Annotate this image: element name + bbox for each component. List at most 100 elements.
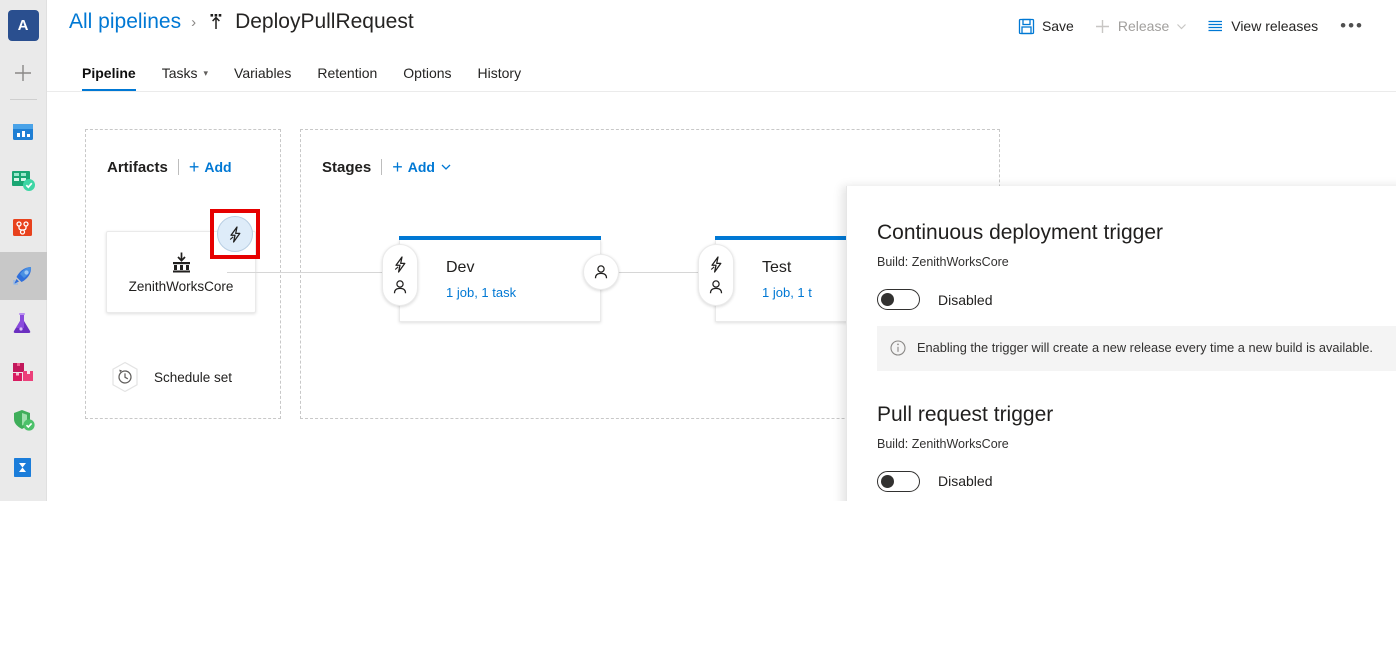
- tab-variables[interactable]: Variables: [221, 66, 304, 91]
- sidebar-item-overview[interactable]: [0, 108, 47, 156]
- pr-trigger-toggle-row: Disabled: [877, 471, 1396, 492]
- artifacts-boxes-icon: [10, 359, 36, 385]
- lightning-bolt-icon: [226, 225, 245, 244]
- chevron-down-icon: [440, 161, 452, 173]
- left-nav-rail: A: [0, 0, 47, 501]
- organization-avatar[interactable]: A: [8, 10, 39, 41]
- create-new-button[interactable]: [0, 51, 47, 95]
- save-button[interactable]: Save: [1008, 15, 1084, 38]
- sidebar-item-boards[interactable]: [0, 156, 47, 204]
- tab-tasks[interactable]: Tasks ▾: [149, 66, 221, 91]
- post-deployment-conditions-dev[interactable]: [583, 254, 619, 290]
- tab-retention[interactable]: Retention: [304, 66, 390, 91]
- release-button[interactable]: Release: [1084, 15, 1197, 38]
- person-approval-icon: [391, 278, 409, 296]
- artifact-name: ZenithWorksCore: [129, 279, 234, 294]
- cd-trigger-info-box: Enabling the trigger will create a new r…: [877, 326, 1396, 371]
- chevron-down-icon: [1176, 21, 1187, 32]
- add-stage-button[interactable]: + Add: [392, 158, 452, 176]
- stage-status-bar: [399, 236, 601, 240]
- stage-card-dev[interactable]: Dev 1 job, 1 task: [399, 240, 601, 322]
- cd-trigger-subtitle: Build: ZenithWorksCore: [877, 255, 1396, 269]
- artifacts-group-title: Artifacts: [107, 159, 168, 176]
- toggle-knob: [881, 475, 894, 488]
- pr-trigger-title: Pull request trigger: [877, 403, 1396, 427]
- tab-options-label: Options: [403, 66, 451, 80]
- sidebar-item-security[interactable]: [0, 396, 47, 444]
- save-icon: [1018, 18, 1035, 35]
- cd-trigger-info-text: Enabling the trigger will create a new r…: [917, 339, 1373, 358]
- repos-branch-icon: [10, 215, 36, 241]
- pipelines-rocket-icon: [10, 263, 36, 289]
- schedule-hex-icon: [108, 360, 142, 394]
- build-artifact-icon: [170, 251, 193, 274]
- lightning-bolt-icon: [391, 255, 410, 274]
- tab-options[interactable]: Options: [390, 66, 464, 91]
- tab-retention-label: Retention: [317, 66, 377, 80]
- stage-summary-dev[interactable]: 1 job, 1 task: [446, 285, 516, 300]
- plus-icon: +: [392, 158, 403, 176]
- sidebar-item-artifacts[interactable]: [0, 348, 47, 396]
- security-shield-icon: [10, 407, 36, 433]
- pr-trigger-toggle[interactable]: [877, 471, 920, 492]
- artifacts-group-header: Artifacts + Add: [107, 158, 232, 176]
- page-header: All pipelines › DeployPullRequest: [47, 0, 1396, 48]
- sidebar-item-repos[interactable]: [0, 204, 47, 252]
- boards-icon: [10, 167, 36, 193]
- test-plans-flask-icon: [10, 311, 36, 337]
- connector-artifact-to-dev: [227, 272, 403, 273]
- cd-trigger-toggle-label: Disabled: [938, 292, 992, 308]
- stage-summary-test[interactable]: 1 job, 1 t: [762, 285, 812, 300]
- schedule-set-label: Schedule set: [154, 370, 232, 385]
- release-button-label: Release: [1118, 18, 1169, 34]
- more-options-button[interactable]: •••: [1328, 13, 1376, 39]
- tab-history-label: History: [478, 66, 522, 80]
- tab-pipeline-label: Pipeline: [82, 66, 136, 80]
- pr-trigger-subtitle: Build: ZenithWorksCore: [877, 437, 1396, 451]
- view-releases-label: View releases: [1231, 18, 1318, 34]
- page-title: DeployPullRequest: [206, 10, 414, 34]
- analytics-icon: [10, 455, 36, 481]
- view-releases-button[interactable]: View releases: [1197, 15, 1328, 38]
- add-stage-label: Add: [408, 159, 435, 175]
- azure-devops-release-pipeline-app: A: [0, 0, 1396, 501]
- pipeline-tab-bar: Pipeline Tasks ▾ Variables Retention Opt…: [47, 48, 1396, 92]
- person-approval-icon: [592, 263, 610, 281]
- divider: [381, 159, 382, 175]
- add-artifact-button[interactable]: + Add: [189, 158, 232, 176]
- rail-divider: [10, 99, 37, 100]
- breadcrumb-all-pipelines-link[interactable]: All pipelines: [69, 10, 181, 34]
- tab-pipeline[interactable]: Pipeline: [69, 66, 149, 91]
- tab-history[interactable]: History: [465, 66, 535, 91]
- cd-trigger-title: Continuous deployment trigger: [877, 221, 1396, 245]
- sidebar-item-pipelines[interactable]: [0, 252, 47, 300]
- person-approval-icon: [707, 278, 725, 296]
- list-icon: [1207, 18, 1224, 35]
- sidebar-item-test-plans[interactable]: [0, 300, 47, 348]
- artifacts-group: Artifacts + Add ZenithWorksCore: [85, 129, 281, 419]
- pre-deployment-conditions-test[interactable]: [698, 244, 734, 306]
- triggers-panel-body: Continuous deployment trigger Build: Zen…: [877, 221, 1396, 501]
- page-title-text: DeployPullRequest: [235, 10, 414, 34]
- stage-name-dev: Dev: [446, 259, 474, 277]
- cd-trigger-toggle[interactable]: [877, 289, 920, 310]
- stages-group-title: Stages: [322, 159, 371, 176]
- header-toolbar: Save Release View releases •••: [1008, 13, 1376, 39]
- pre-deployment-conditions-dev[interactable]: [382, 244, 418, 306]
- release-pipeline-icon: [206, 12, 226, 32]
- sidebar-item-analytics[interactable]: [0, 444, 47, 492]
- info-icon: [890, 340, 906, 356]
- schedule-set-row[interactable]: Schedule set: [108, 360, 232, 394]
- toggle-knob: [881, 293, 894, 306]
- breadcrumb-separator-icon: ›: [191, 14, 196, 31]
- save-button-label: Save: [1042, 18, 1074, 34]
- stage-name-test: Test: [762, 259, 791, 277]
- lightning-bolt-icon: [707, 255, 726, 274]
- plus-icon: +: [189, 158, 200, 176]
- chevron-down-icon: ▾: [203, 69, 208, 78]
- pipeline-canvas: Artifacts + Add ZenithWorksCore: [47, 93, 1396, 501]
- add-artifact-label: Add: [204, 159, 231, 175]
- breadcrumb: All pipelines › DeployPullRequest: [69, 10, 414, 34]
- plus-icon: [1094, 18, 1111, 35]
- artifact-trigger-badge[interactable]: [217, 216, 253, 252]
